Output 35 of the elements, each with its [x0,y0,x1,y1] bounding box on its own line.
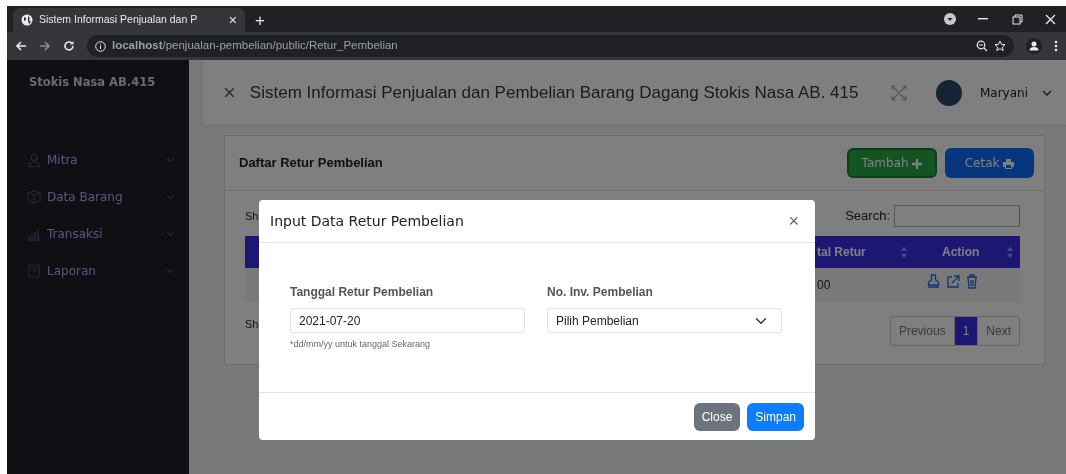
print-button[interactable]: Cetak [945,148,1034,178]
search-label: Search: [845,207,890,226]
tab-title: Sistem Informasi Penjualan dan P [39,12,199,28]
url-text: localhost/penjualan-pembelian/public/Retur_Pembelian [112,38,399,54]
app-title: Sistem Informasi Penjualan dan Pembelian Barang Dagang Stokis Nasa AB. 415 [249,81,860,104]
modal-close-button[interactable]: × [784,212,803,230]
pagination-button[interactable]: Previous [890,317,955,345]
sidebar-toggle-button[interactable]: × [223,81,236,104]
show-entries-text: Sh [245,208,259,224]
add-button[interactable]: Tambah [847,148,937,178]
close-button[interactable]: Close [693,402,741,431]
select-field[interactable]: Pilih Pembelian [547,308,782,333]
field-hint: *dd/mm/yy untuk tanggal Sekarang [290,338,432,351]
table-cell: 00 [817,278,831,292]
date-field[interactable]: 2021-07-20 [290,308,525,333]
pagination-button[interactable]: 1 [954,317,979,345]
table-info-text: Sh [245,316,259,332]
field-label: Tanggal Retur Pembelian [290,284,435,301]
pagination-button[interactable]: Next [978,317,1019,345]
sidebar-item[interactable]: Transaksi [7,215,189,253]
modal-title: Input Data Retur Pembelian [270,211,465,231]
card-title: Daftar Retur Pembelian [239,154,384,173]
column-header[interactable]: tal Retur [817,243,866,261]
sidebar-item[interactable]: Laporan [7,252,189,290]
address-bar[interactable]: localhost/penjualan-pembelian/public/Retur_Pembelian [87,35,1014,57]
brand-title: Stokis Nasa AB.415 [28,74,157,91]
save-button[interactable]: Simpan [747,402,804,431]
sidebar-item[interactable]: Mitra [7,141,189,179]
user-name[interactable]: Maryani [979,83,1028,102]
field-label: No. Inv. Pembelian [547,284,654,301]
new-tab-button[interactable]: + [255,12,265,29]
tab-close-button[interactable]: × [228,13,237,27]
column-header[interactable]: Action [942,243,980,261]
sidebar-item[interactable]: Data Barang [7,178,189,216]
browser-tab[interactable]: Sistem Informasi Penjualan dan P × [13,8,245,32]
